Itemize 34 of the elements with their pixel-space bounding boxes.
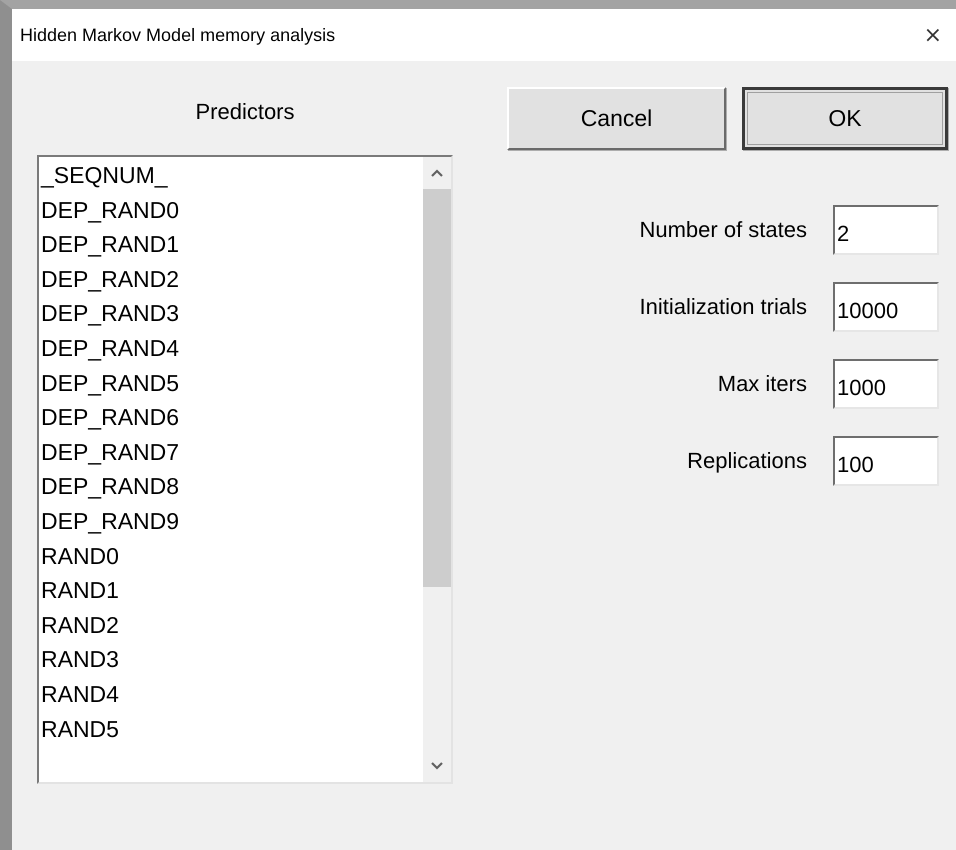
scroll-up-icon[interactable] bbox=[431, 169, 443, 177]
list-item[interactable]: DEP_RAND0 bbox=[39, 192, 423, 228]
window-title: Hidden Markov Model memory analysis bbox=[20, 24, 336, 46]
scrollbar[interactable] bbox=[423, 157, 451, 782]
scroll-down-icon[interactable] bbox=[431, 762, 443, 770]
list-item[interactable]: RAND4 bbox=[39, 676, 423, 712]
list-item[interactable]: RAND1 bbox=[39, 573, 423, 608]
list-item[interactable]: RAND5 bbox=[39, 712, 423, 746]
list-item[interactable]: DEP_RAND8 bbox=[39, 469, 423, 504]
field-label: Number of states bbox=[639, 217, 807, 243]
list-item[interactable]: DEP_RAND6 bbox=[39, 400, 423, 435]
field-label: Replications bbox=[687, 448, 807, 474]
field-label: Initialization trials bbox=[639, 294, 807, 320]
input-field[interactable]: 100 bbox=[833, 436, 939, 486]
list-item[interactable]: _SEQNUM_ bbox=[39, 158, 423, 193]
list-item[interactable]: DEP_RAND7 bbox=[39, 434, 423, 470]
list-item[interactable]: DEP_RAND1 bbox=[39, 227, 423, 262]
list-item[interactable]: RAND3 bbox=[39, 642, 423, 677]
input-field[interactable]: 2 bbox=[833, 205, 939, 255]
input-field[interactable]: 10000 bbox=[833, 282, 939, 332]
predictors-label: Predictors bbox=[195, 99, 295, 125]
dialog-button[interactable]: Cancel bbox=[507, 87, 726, 150]
dialog-button[interactable]: OK bbox=[742, 87, 948, 150]
list-item[interactable]: RAND2 bbox=[39, 608, 423, 642]
field-label: Max iters bbox=[718, 371, 807, 397]
list-item[interactable]: RAND0 bbox=[39, 538, 423, 574]
list-item[interactable]: DEP_RAND9 bbox=[39, 504, 423, 539]
list-item[interactable]: DEP_RAND2 bbox=[39, 262, 423, 296]
input-field[interactable]: 1000 bbox=[833, 359, 939, 409]
list-item[interactable]: DEP_RAND5 bbox=[39, 366, 423, 400]
scroll-thumb[interactable] bbox=[423, 189, 451, 587]
close-button[interactable]: × bbox=[916, 22, 950, 48]
list-item[interactable]: DEP_RAND4 bbox=[39, 330, 423, 366]
list-item[interactable]: DEP_RAND3 bbox=[39, 296, 423, 331]
